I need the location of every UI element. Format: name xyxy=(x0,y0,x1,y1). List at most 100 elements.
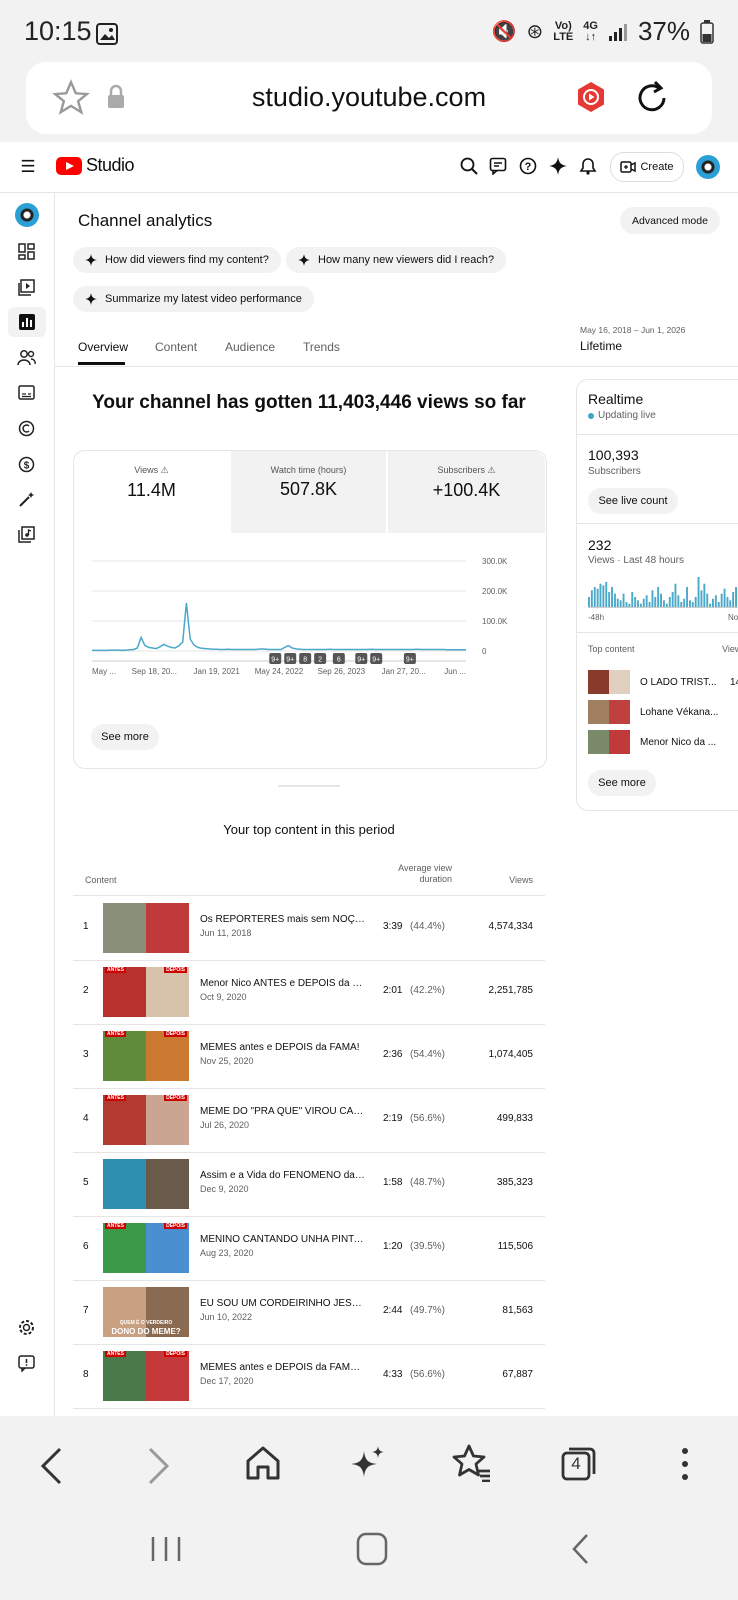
chip-new-viewers[interactable]: How many new viewers did I reach? xyxy=(286,247,507,273)
back-icon[interactable] xyxy=(38,1446,64,1486)
video-title[interactable]: MENINO CANTANDO UNHA PINTA... xyxy=(200,1234,365,1245)
settings-icon[interactable] xyxy=(18,1319,35,1336)
x-tick-label: Sep 26, 2023 xyxy=(318,667,366,676)
tab-content[interactable]: Content xyxy=(155,340,197,354)
thumb-text: DEPOIS xyxy=(164,1223,187,1229)
period-selector[interactable]: Lifetime xyxy=(580,339,622,353)
address-bar[interactable]: studio.youtube.com xyxy=(26,62,712,134)
table-row[interactable]: 3 ANTES DEPOIS MEMES antes e DEPOIS da FAMA… xyxy=(73,1025,545,1089)
tab-trends[interactable]: Trends xyxy=(303,340,340,354)
table-row[interactable]: 7 QUEM É O VERDEIRO DONO DO MEME? EU SOU UM… xyxy=(73,1281,545,1345)
advanced-mode-button[interactable]: Advanced mode xyxy=(620,207,720,234)
dashboard-icon[interactable] xyxy=(18,243,35,260)
video-thumbnail[interactable] xyxy=(103,1159,189,1209)
chip-summarize[interactable]: Summarize my latest video performance xyxy=(73,286,314,312)
metric-value: 507.8K xyxy=(279,479,338,499)
community-icon[interactable] xyxy=(17,349,36,366)
home-icon[interactable] xyxy=(245,1445,281,1481)
help-icon[interactable]: ? xyxy=(519,157,537,175)
rt-bar xyxy=(680,602,683,607)
chip-find-content[interactable]: How did viewers find my content? xyxy=(73,247,281,273)
table-row[interactable]: 5 Assim e a Vida do FENÔMENO da I... Dec 9… xyxy=(73,1153,545,1217)
table-row[interactable]: 1 Os REPÓRTERES mais sem NOÇÃO ... Jun 11,… xyxy=(73,897,545,961)
url-text[interactable]: studio.youtube.com xyxy=(26,82,712,113)
audio-library-icon[interactable] xyxy=(18,526,35,543)
studio-logo[interactable]: Studio xyxy=(56,155,135,176)
rt-bar xyxy=(634,597,637,607)
date-range[interactable]: May 16, 2018 – Jun 1, 2026 xyxy=(580,325,685,335)
table-row[interactable]: 4 ANTES DEPOIS MEME DO "PRA QUE" VIROU CANT… xyxy=(73,1089,545,1153)
tab-audience[interactable]: Audience xyxy=(225,340,275,354)
video-thumbnail[interactable] xyxy=(103,903,189,953)
mute-icon: 🔇 xyxy=(491,21,517,43)
rt-bar xyxy=(674,583,677,607)
account-avatar[interactable] xyxy=(696,155,720,179)
x-tick-label: Jun ... xyxy=(444,667,466,676)
table-row[interactable]: 6 ANTES DEPOIS MENINO CANTANDO UNHA PINTA..… xyxy=(73,1217,545,1281)
youtube-studio-ext-icon[interactable] xyxy=(576,81,606,113)
hotspot-icon: ⊛ xyxy=(526,21,544,43)
rt-content-item[interactable]: Lohane Vékana... xyxy=(588,700,718,724)
annotation-label: 6 xyxy=(337,657,341,664)
feedback-icon[interactable] xyxy=(489,157,507,175)
forward-icon[interactable] xyxy=(146,1446,172,1486)
realtime-title: Realtime xyxy=(588,391,644,407)
video-title[interactable]: MEMES antes e DEPOIS da FAMA! xyxy=(200,1042,365,1053)
copyright-icon[interactable] xyxy=(18,420,35,437)
thumb-text: DEPOIS xyxy=(164,1095,187,1101)
content-icon[interactable] xyxy=(18,279,35,296)
video-title[interactable]: Os REPÓRTERES mais sem NOÇÃO ... xyxy=(200,914,365,925)
avg-duration: 2:44 xyxy=(383,1305,403,1316)
video-thumbnail[interactable]: ANTES DEPOIS xyxy=(103,1031,189,1081)
rt-content-item[interactable]: Menor Nico da ... xyxy=(588,730,716,754)
sparkle-icon[interactable] xyxy=(549,157,567,175)
x-tick-label: Jan 19, 2021 xyxy=(194,667,241,676)
ai-sparkle-icon[interactable] xyxy=(350,1445,386,1481)
video-thumbnail[interactable]: ANTES DEPOIS xyxy=(103,1223,189,1273)
video-thumbnail[interactable]: ANTES DEPOIS xyxy=(103,967,189,1017)
see-live-count-button[interactable]: See live count xyxy=(588,488,678,514)
avg-percent: (56.6%) xyxy=(410,1113,446,1124)
table-row[interactable]: 2 ANTES DEPOIS Menor Nico ANTES e DEPOIS da… xyxy=(73,961,545,1025)
video-thumbnail[interactable]: QUEM É O VERDEIRO DONO DO MEME? xyxy=(103,1287,189,1337)
metric-watch-time[interactable]: Watch time (hours) 507.8K xyxy=(231,451,386,533)
tabs-button[interactable]: 4 xyxy=(560,1444,598,1482)
metric-subscribers[interactable]: Subscribers ⚠ +100.4K xyxy=(388,451,545,533)
video-title[interactable]: MEMES antes e DEPOIS da FAMA! ( ... xyxy=(200,1362,365,1373)
annotation-label: 9+ xyxy=(271,657,279,664)
video-title[interactable]: Assim e a Vida do FENÔMENO da I... xyxy=(200,1170,365,1181)
analytics-icon xyxy=(19,314,35,330)
subtitles-icon[interactable] xyxy=(18,385,35,400)
system-home-icon[interactable] xyxy=(356,1532,388,1566)
metric-views[interactable]: Views ⚠ 11.4M xyxy=(74,451,229,533)
video-title[interactable]: Menor Nico ANTES e DEPOIS da FA... xyxy=(200,978,365,989)
search-icon[interactable] xyxy=(460,157,478,175)
earn-icon[interactable]: $ xyxy=(18,456,35,473)
more-options-icon[interactable] xyxy=(680,1446,690,1482)
table-row[interactable]: 8 ANTES DEPOIS MEMES antes e DEPOIS da FAMA… xyxy=(73,1345,545,1409)
rt-bar xyxy=(590,590,593,607)
menu-icon[interactable]: ☰ xyxy=(16,155,40,179)
video-title[interactable]: MEME DO "PRA QUE" VIROU CANT... xyxy=(200,1106,365,1117)
tab-overview[interactable]: Overview xyxy=(78,340,128,354)
row-views: 67,887 xyxy=(502,1369,533,1380)
recent-apps-icon[interactable] xyxy=(150,1534,182,1564)
send-feedback-icon[interactable] xyxy=(18,1355,35,1372)
rt-see-more-button[interactable]: See more xyxy=(588,770,656,796)
video-title[interactable]: EU SOU UM CORDEIRINHO JESUS É... xyxy=(200,1298,365,1309)
tab-count: 4 xyxy=(571,1454,581,1473)
system-back-icon[interactable] xyxy=(570,1532,590,1566)
video-thumbnail[interactable]: ANTES DEPOIS xyxy=(103,1095,189,1145)
create-button[interactable]: Create xyxy=(610,152,684,182)
channel-avatar[interactable] xyxy=(15,203,39,227)
sidebar-item-analytics[interactable] xyxy=(8,307,46,337)
reload-icon[interactable] xyxy=(634,78,670,116)
bookmarks-icon[interactable] xyxy=(452,1444,492,1482)
avg-percent: (54.4%) xyxy=(410,1049,446,1060)
see-more-button[interactable]: See more xyxy=(91,724,159,750)
video-thumbnail[interactable]: ANTES DEPOIS xyxy=(103,1351,189,1401)
notifications-icon[interactable] xyxy=(579,157,597,175)
avg-duration: 3:39 xyxy=(383,921,403,932)
rt-content-item[interactable]: O LADO TRIST... 14 xyxy=(588,670,738,694)
customization-icon[interactable] xyxy=(18,491,35,508)
